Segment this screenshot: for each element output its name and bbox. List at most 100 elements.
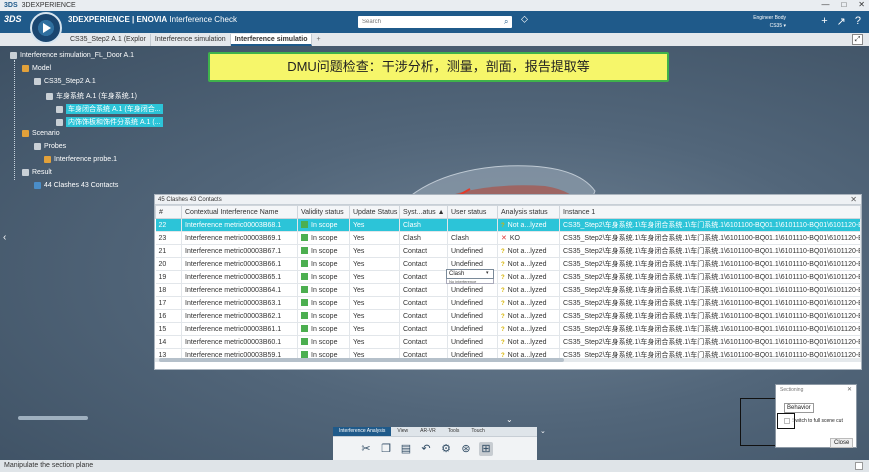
cell-user-status[interactable]: Undefined [447, 322, 498, 336]
tab-cs35-explore[interactable]: CS35_Step2 A.1 (Explor [66, 34, 151, 46]
cell-analysis[interactable]: ? Not a...lyzed [497, 296, 560, 310]
table-row[interactable]: 14 Interference metric00003B60.1 In scope Y… [155, 335, 861, 349]
tab-interference-analysis[interactable]: Interference Analysis [333, 427, 392, 436]
tag-icon[interactable]: ⬦ [521, 14, 528, 25]
cell-num[interactable]: 21 [155, 244, 182, 258]
tab-interference-simulation-1[interactable]: Interference simulation [151, 34, 231, 46]
cell-system-status[interactable]: Contact [399, 296, 448, 310]
cell-num[interactable]: 16 [155, 309, 182, 323]
table-row[interactable]: 22 Interference metric00003B68.1 In scope Y… [155, 218, 861, 232]
col-header-name[interactable]: Contextual Interference Name [181, 205, 298, 219]
tab-view[interactable]: View [391, 427, 414, 436]
col-header-user-status[interactable]: User status [447, 205, 498, 219]
action-bar-expand-icon[interactable]: ⌄ [540, 427, 546, 435]
cell-name[interactable]: Interference metric00003B60.1 [181, 335, 298, 349]
cell-name[interactable]: Interference metric00003B64.1 [181, 283, 298, 297]
cell-update[interactable]: Yes [349, 283, 400, 297]
probe-icon[interactable]: ⊛ [459, 442, 473, 456]
help-icon[interactable]: ? [855, 15, 861, 28]
cell-update[interactable]: Yes [349, 270, 400, 284]
copy-icon[interactable]: ❐ [379, 442, 393, 456]
cell-user-status[interactable]: Undefined [447, 283, 498, 297]
cell-analysis[interactable]: ? Not a...lyzed [497, 283, 560, 297]
scissors-icon[interactable]: ✂ [359, 442, 373, 456]
cell-name[interactable]: Interference metric00003B63.1 [181, 296, 298, 310]
tree-node-trim-system[interactable]: 内饰饰板和饰件分系统 A.1 (... [56, 117, 163, 127]
cell-validity[interactable]: In scope [297, 218, 350, 232]
cell-analysis[interactable]: ✕ KO [497, 231, 560, 245]
cell-name[interactable]: Interference metric00003B62.1 [181, 309, 298, 323]
cell-analysis[interactable]: ? Not a...lyzed [497, 335, 560, 349]
settings-icon[interactable]: ⚙ [439, 442, 453, 456]
cell-instance[interactable]: CS35_Step2\车身系统.1\车身闭合系统.1\车门系统.1\610110… [559, 231, 861, 245]
cell-name[interactable]: Interference metric00003B66.1 [181, 257, 298, 271]
maximize-button[interactable]: □ [841, 0, 846, 9]
cell-system-status[interactable]: Clash [399, 231, 448, 245]
cell-num[interactable]: 17 [155, 296, 182, 310]
chevron-down-icon[interactable]: ▾ [486, 270, 493, 278]
collapse-panel-icon[interactable]: ⌄ [506, 415, 513, 424]
grid-icon[interactable]: ⊞ [479, 441, 493, 456]
cell-validity[interactable]: In scope [297, 309, 350, 323]
cell-analysis[interactable]: ? Not a...lyzed [497, 270, 560, 284]
minimize-button[interactable]: — [821, 0, 829, 9]
table-row[interactable]: 18 Interference metric00003B64.1 In scope Y… [155, 283, 861, 297]
tree-scrollbar[interactable] [18, 416, 88, 420]
col-header-system-status[interactable]: Syst...atus ▲ [399, 205, 448, 219]
cell-num[interactable]: 22 [155, 218, 182, 232]
table-row[interactable]: 23 Interference metric00003B69.1 In scope Y… [155, 231, 861, 245]
table-row[interactable]: 19 Interference metric00003B65.1 In scope Y… [155, 270, 861, 284]
cell-validity[interactable]: In scope [297, 270, 350, 284]
search-input[interactable] [358, 16, 512, 28]
tree-node-probes[interactable]: Probes [34, 143, 66, 150]
cell-update[interactable]: Yes [349, 218, 400, 232]
cell-user-status[interactable]: Undefined [447, 296, 498, 310]
cell-analysis[interactable]: ? Not a...lyzed [497, 218, 560, 232]
cell-instance[interactable]: CS35_Step2\车身系统.1\车身闭合系统.1\车门系统.1\610110… [559, 270, 861, 284]
cell-name[interactable]: Interference metric00003B61.1 [181, 322, 298, 336]
section-plane-handle[interactable] [777, 413, 795, 429]
cell-instance[interactable]: CS35_Step2\车身系统.1\车身闭合系统.1\车门系统.1\610110… [559, 244, 861, 258]
chevron-left-icon[interactable]: ‹ [3, 232, 6, 243]
tree-node-body-system[interactable]: 车身系统 A.1 (车身系统.1) [46, 91, 137, 101]
table-row[interactable]: 16 Interference metric00003B62.1 In scope Y… [155, 309, 861, 323]
table-row[interactable]: 20 Interference metric00003B66.1 In scope Y… [155, 257, 861, 271]
cell-validity[interactable]: In scope [297, 335, 350, 349]
cell-validity[interactable]: In scope [297, 257, 350, 271]
tree-node-probe1[interactable]: Interference probe.1 [44, 156, 117, 163]
add-icon[interactable]: + [821, 15, 827, 28]
cell-system-status[interactable]: Contact [399, 270, 448, 284]
cell-num[interactable]: 19 [155, 270, 182, 284]
cell-validity[interactable]: In scope [297, 283, 350, 297]
col-header-instance1[interactable]: Instance 1 [559, 205, 861, 219]
cell-update[interactable]: Yes [349, 335, 400, 349]
cell-num[interactable]: 23 [155, 231, 182, 245]
cell-update[interactable]: Yes [349, 309, 400, 323]
share-icon[interactable]: ↗ [837, 15, 846, 28]
cell-user-status[interactable] [447, 218, 498, 232]
paste-icon[interactable]: ▤ [399, 442, 413, 456]
cell-update[interactable]: Yes [349, 244, 400, 258]
tab-touch[interactable]: Touch [465, 427, 490, 436]
cell-name[interactable]: Interference metric00003B68.1 [181, 218, 298, 232]
cell-instance[interactable]: CS35_Step2\车身系统.1\车身闭合系统.1\车门系统.1\610110… [559, 322, 861, 336]
cell-update[interactable]: Yes [349, 231, 400, 245]
cell-instance[interactable]: CS35_Step2\车身系统.1\车身闭合系统.1\车门系统.1\610110… [559, 283, 861, 297]
cell-analysis[interactable]: ? Not a...lyzed [497, 257, 560, 271]
col-header-analysis[interactable]: Analysis status [497, 205, 560, 219]
search-icon[interactable]: ⌕ [504, 16, 514, 28]
cell-user-status[interactable]: Clash [447, 231, 498, 245]
cell-analysis[interactable]: ? Not a...lyzed [497, 244, 560, 258]
cell-system-status[interactable]: Contact [399, 335, 448, 349]
tree-node-scenario[interactable]: Scenario [22, 130, 60, 137]
cell-num[interactable]: 14 [155, 335, 182, 349]
user-status-option[interactable]: No interference [446, 279, 494, 284]
cell-instance[interactable]: CS35_Step2\车身系统.1\车身闭合系统.1\车门系统.1\610110… [559, 309, 861, 323]
cell-instance[interactable]: CS35_Step2\车身系统.1\车身闭合系统.1\车门系统.1\610110… [559, 335, 861, 349]
cell-name[interactable]: Interference metric00003B65.1 [181, 270, 298, 284]
cell-update[interactable]: Yes [349, 257, 400, 271]
cell-instance[interactable]: CS35_Step2\车身系统.1\车身闭合系统.1\车门系统.1\610110… [559, 296, 861, 310]
tree-node-model[interactable]: Model [22, 65, 51, 72]
dialog-close-icon[interactable]: ✕ [847, 386, 852, 393]
tree-node-result-item[interactable]: 44 Clashes 43 Contacts [34, 182, 118, 189]
